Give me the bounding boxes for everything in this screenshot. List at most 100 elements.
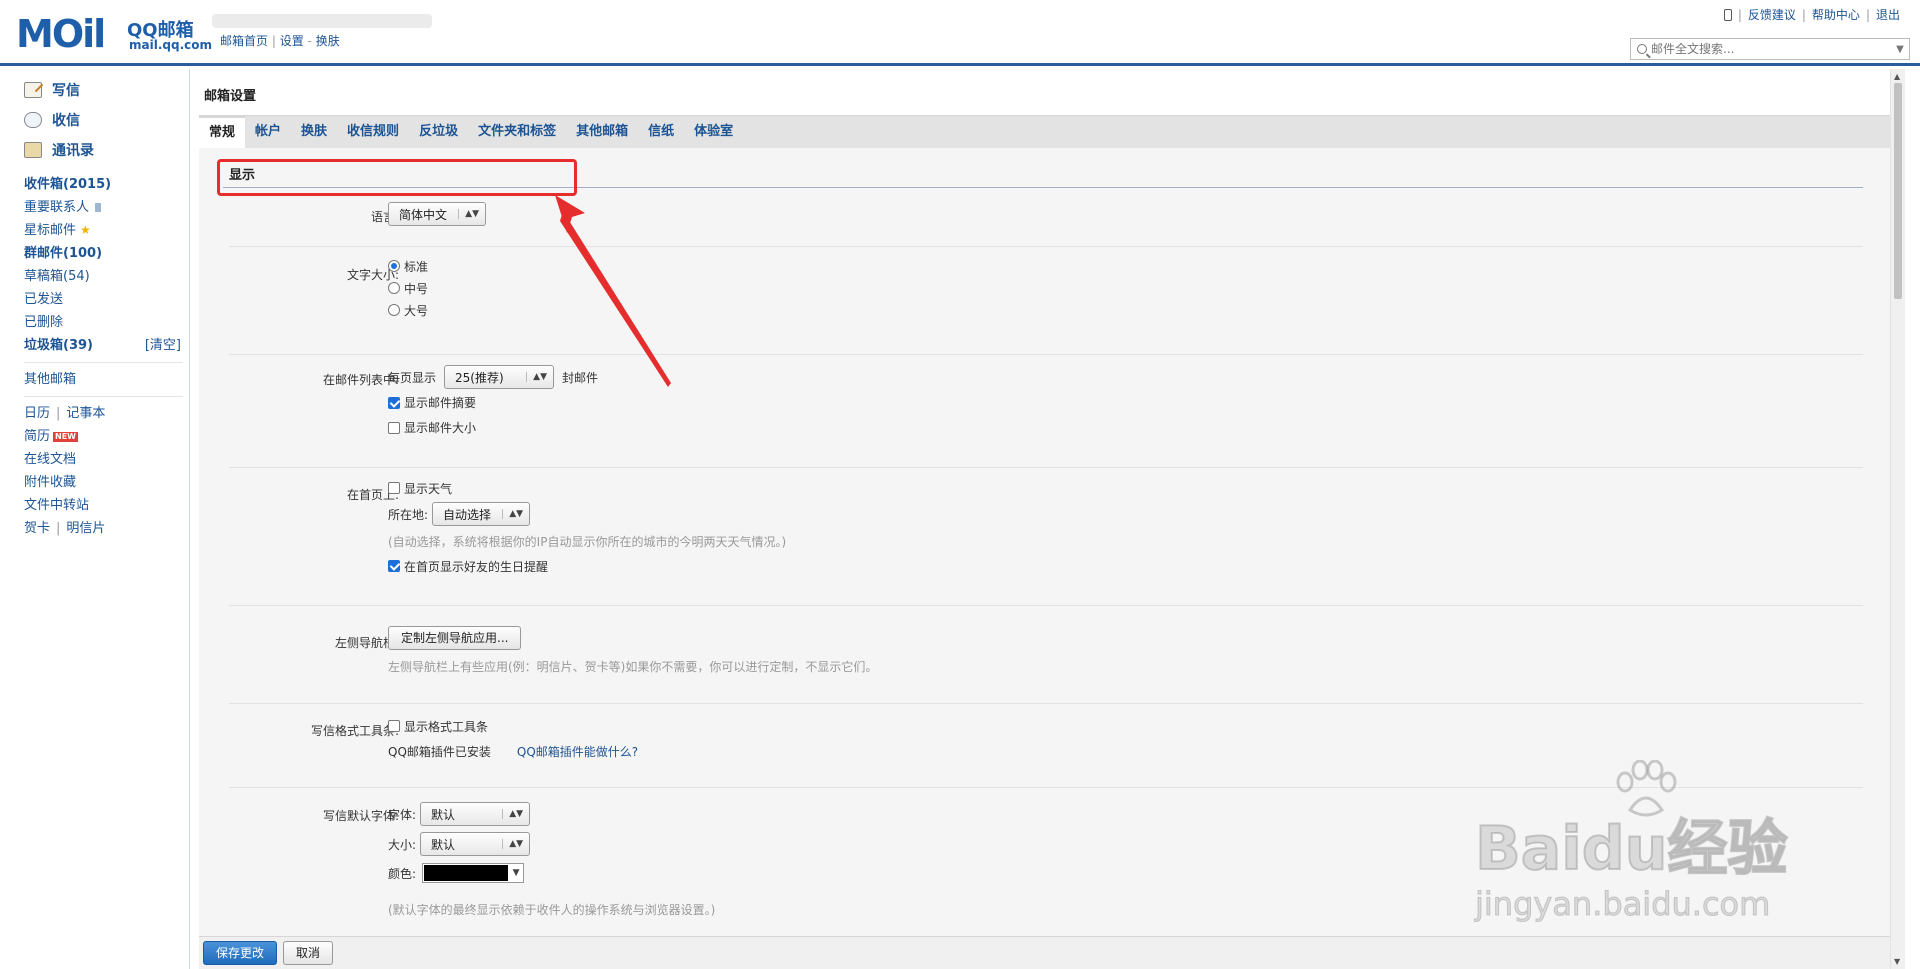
per-page-select[interactable]: 25(推荐) ▲▼ xyxy=(444,365,555,389)
font-size-large[interactable]: 大号 xyxy=(388,299,428,321)
sidebar-item-sent[interactable]: 已发送 xyxy=(24,288,189,311)
sidebar-item-inbox[interactable]: 收件箱(2015) xyxy=(24,173,189,196)
font-color-picker[interactable]: ▼ xyxy=(422,863,525,883)
radio-standard[interactable] xyxy=(388,260,400,272)
feedback-link[interactable]: 反馈建议 xyxy=(1748,6,1796,23)
annotation-arrow xyxy=(555,195,671,387)
format-toolbar-options: 显示格式工具条 QQ邮箱插件已安装 QQ邮箱插件能做什么? xyxy=(388,714,638,764)
vertical-scrollbar[interactable]: ▲ ▼ xyxy=(1890,69,1905,969)
tab-lab[interactable]: 体验室 xyxy=(684,116,743,148)
compose-button[interactable]: 写信 xyxy=(24,75,189,105)
search-dropdown-icon[interactable]: ▼ xyxy=(1891,44,1909,55)
location-hint: (自动选择，系统将根据你的IP自动显示你所在的城市的今明两天天气情况。) xyxy=(388,534,787,549)
calendar-link[interactable]: 日历 xyxy=(24,402,50,425)
language-label: 语言: xyxy=(370,210,399,224)
postcard-link[interactable]: 明信片 xyxy=(66,517,105,540)
tab-folders-labels[interactable]: 文件夹和标签 xyxy=(468,116,566,148)
customize-left-nav-button[interactable]: 定制左侧导航应用... xyxy=(388,626,522,650)
receive-button[interactable]: 收信 xyxy=(24,105,189,135)
inbox-label: 收件箱(2015) xyxy=(24,177,112,192)
scroll-up-icon[interactable]: ▲ xyxy=(1894,72,1900,81)
tab-other-mail[interactable]: 其他邮箱 xyxy=(566,116,638,148)
mail-search-box[interactable]: ▼ xyxy=(1630,38,1910,60)
show-format-toolbar-option[interactable]: 显示格式工具条 xyxy=(388,714,638,738)
mobile-icon[interactable] xyxy=(1723,8,1732,21)
left-nav-label: 左侧导航栏: xyxy=(334,636,399,650)
homepage-options: 显示天气 所在地: 自动选择 ▲▼ (自动选择，系统将根据你的IP自动显示你所在… xyxy=(388,476,786,578)
font-family-select[interactable]: 默认 ▲▼ xyxy=(420,802,531,826)
show-weather-option[interactable]: 显示天气 xyxy=(388,476,786,500)
clear-spam-link[interactable]: [清空] xyxy=(145,334,181,357)
sidebar-item-resume[interactable]: 简历 NEW xyxy=(24,425,189,448)
birthday-checkbox[interactable] xyxy=(388,560,400,572)
birthday-option[interactable]: 在首页显示好友的生日提醒 xyxy=(388,554,786,578)
language-select[interactable]: 简体中文 ▲▼ xyxy=(388,202,486,226)
tab-skin[interactable]: 换肤 xyxy=(291,116,337,148)
qq-mail-logo[interactable]: MOil QQ邮箱 mail.qq.com xyxy=(16,14,212,54)
notepad-link[interactable]: 记事本 xyxy=(66,402,105,425)
tab-antispam[interactable]: 反垃圾 xyxy=(409,116,468,148)
page-title: 邮箱设置 xyxy=(204,89,257,104)
logo-url-text: mail.qq.com xyxy=(129,38,212,52)
compose-icon xyxy=(24,82,42,98)
home-link[interactable]: 邮箱首页 xyxy=(220,34,268,48)
font-size-label: 文字大小: xyxy=(346,268,399,282)
medium-label: 中号 xyxy=(404,281,429,296)
sidebar-item-attachments[interactable]: 附件收藏 xyxy=(24,471,189,494)
radio-large[interactable] xyxy=(388,304,400,316)
show-size-label: 显示邮件大小 xyxy=(404,421,477,435)
online-docs-label: 在线文档 xyxy=(24,452,77,467)
font-color-swatch xyxy=(424,865,509,881)
sidebar-item-spam[interactable]: 垃圾箱(39) [清空] xyxy=(24,334,189,357)
action-bar: 保存更改 取消 xyxy=(199,936,1903,969)
font-size-options: 标准 中号 大号 xyxy=(388,255,428,321)
sidebar-item-online-docs[interactable]: 在线文档 xyxy=(24,448,189,471)
scroll-down-icon[interactable]: ▼ xyxy=(1894,957,1900,966)
plugin-installed-text: QQ邮箱插件已安装 xyxy=(388,744,491,759)
sidebar-item-deleted[interactable]: 已删除 xyxy=(24,311,189,334)
tab-account[interactable]: 帐户 xyxy=(245,116,291,148)
group-mail-label: 群邮件(100) xyxy=(24,246,103,261)
sidebar-item-file-transfer[interactable]: 文件中转站 xyxy=(24,494,189,517)
row-separator xyxy=(229,605,1863,606)
language-value: 简体中文 xyxy=(399,207,448,222)
radio-medium[interactable] xyxy=(388,282,400,294)
show-size-checkbox[interactable] xyxy=(388,421,400,434)
sidebar-item-other-mail[interactable]: 其他邮箱 xyxy=(24,368,189,391)
skin-link[interactable]: 换肤 xyxy=(316,34,340,48)
greeting-card-link[interactable]: 贺卡 xyxy=(24,517,50,540)
sidebar: 写信 收信 通讯录 收件箱(2015) 重要联系人 星标邮件 ★ 群邮件(100)… xyxy=(0,69,190,969)
font-size-standard[interactable]: 标准 xyxy=(388,255,428,277)
font-size-medium[interactable]: 中号 xyxy=(388,277,428,299)
plugin-info-link[interactable]: QQ邮箱插件能做什么? xyxy=(517,743,638,760)
important-contacts-label: 重要联系人 xyxy=(24,200,90,215)
sidebar-item-important-contacts[interactable]: 重要联系人 xyxy=(24,196,189,219)
logout-link[interactable]: 退出 xyxy=(1876,6,1900,23)
tab-rules[interactable]: 收信规则 xyxy=(337,116,409,148)
show-weather-checkbox[interactable] xyxy=(388,482,400,494)
help-link[interactable]: 帮助中心 xyxy=(1812,6,1860,23)
font-size-select-value: 默认 xyxy=(431,837,456,852)
scroll-thumb[interactable] xyxy=(1894,83,1902,299)
other-mail-label: 其他邮箱 xyxy=(24,372,77,387)
tab-stationery[interactable]: 信纸 xyxy=(638,116,684,148)
sidebar-item-drafts[interactable]: 草稿箱(54) xyxy=(24,265,189,288)
location-select[interactable]: 自动选择 ▲▼ xyxy=(432,502,531,526)
cancel-button[interactable]: 取消 xyxy=(283,941,334,965)
format-toolbar-checkbox[interactable] xyxy=(388,720,400,732)
row-separator xyxy=(229,703,1863,704)
mail-search-input[interactable] xyxy=(1647,42,1891,56)
homepage-label: 在首页上: xyxy=(346,488,399,502)
save-button[interactable]: 保存更改 xyxy=(203,941,278,965)
show-summary-checkbox[interactable] xyxy=(388,396,400,409)
show-size-option[interactable]: 显示邮件大小 xyxy=(388,415,598,440)
font-size-select[interactable]: 默认 ▲▼ xyxy=(420,832,531,856)
select-arrow-icon: ▲▼ xyxy=(458,209,479,219)
sidebar-item-group-mail[interactable]: 群邮件(100) xyxy=(24,242,189,265)
watermark-brand-part1: Bai xyxy=(1474,813,1583,885)
contacts-button[interactable]: 通讯录 xyxy=(24,135,189,165)
search-icon[interactable] xyxy=(1637,44,1647,54)
sidebar-item-starred[interactable]: 星标邮件 ★ xyxy=(24,219,189,242)
tab-general[interactable]: 常规 xyxy=(199,116,246,148)
settings-link[interactable]: 设置 xyxy=(280,34,304,48)
